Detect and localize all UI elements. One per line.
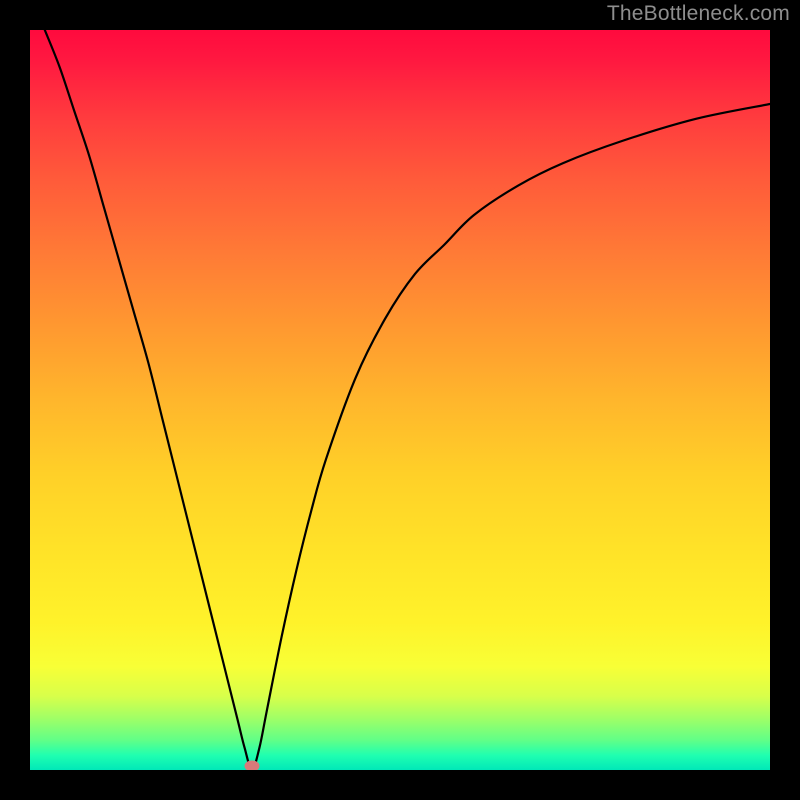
plot-area	[30, 30, 770, 770]
bottleneck-curve	[30, 30, 770, 770]
minimum-marker	[245, 761, 259, 770]
watermark-text: TheBottleneck.com	[607, 2, 790, 26]
chart-frame: TheBottleneck.com	[0, 0, 800, 800]
curve-path	[45, 30, 770, 770]
